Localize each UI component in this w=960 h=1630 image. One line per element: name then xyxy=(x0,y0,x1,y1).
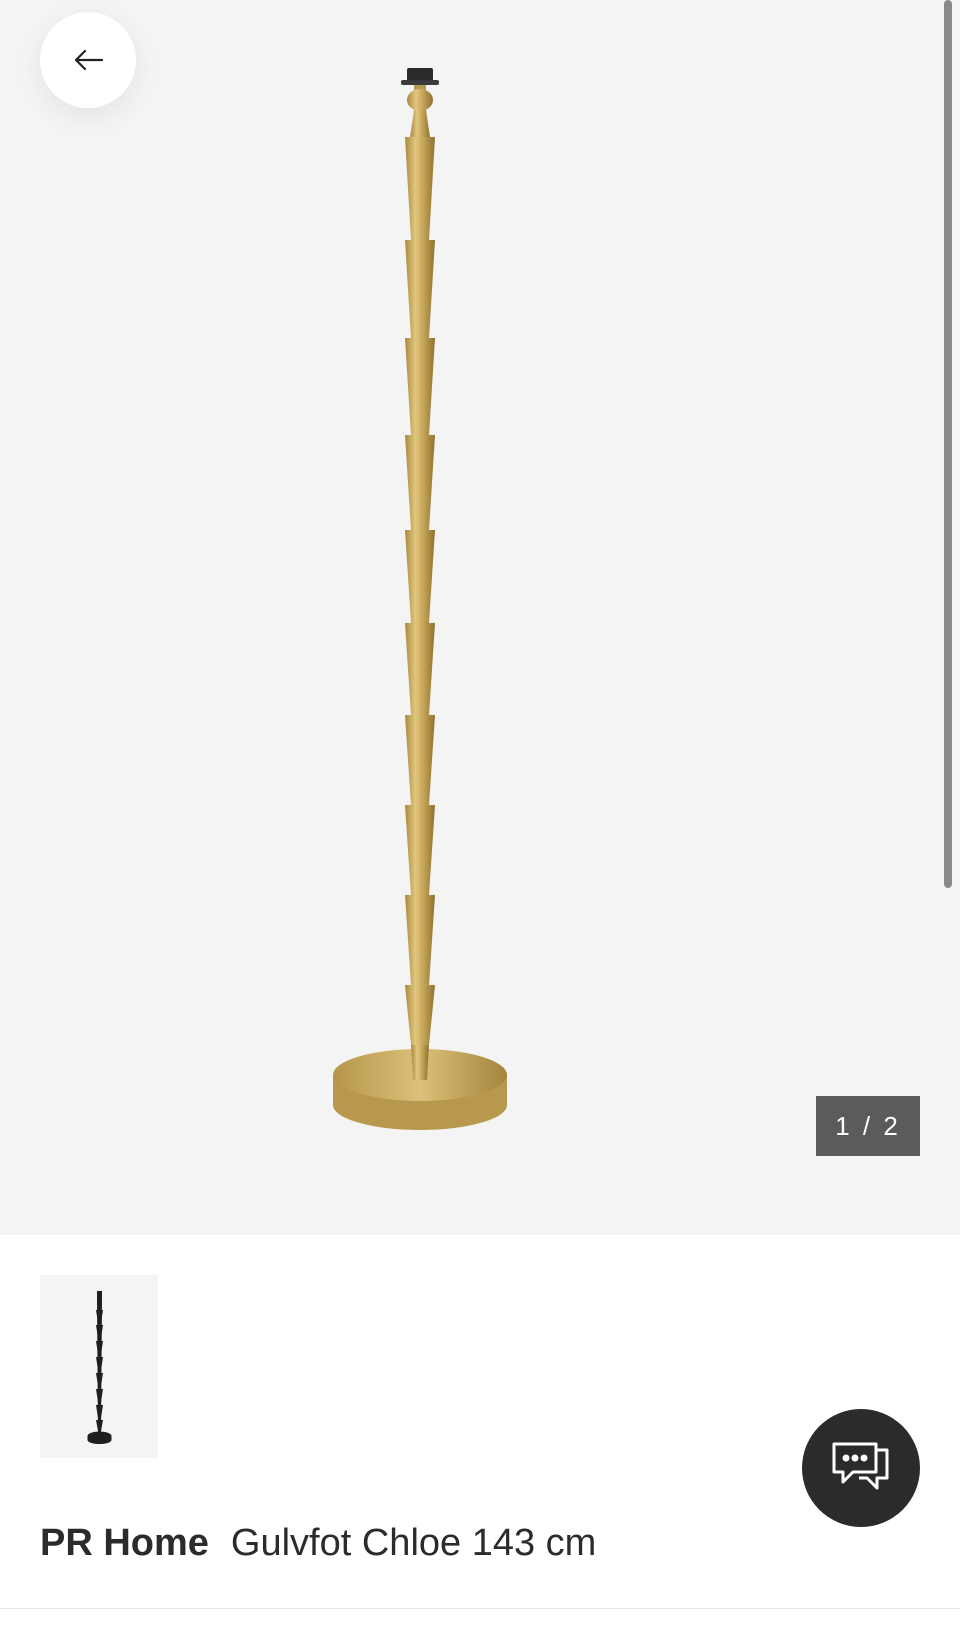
arrow-left-icon xyxy=(74,49,104,71)
image-counter: 1 / 2 xyxy=(816,1096,920,1156)
back-button[interactable] xyxy=(40,12,136,108)
product-name: Gulvfot Chloe 143 cm xyxy=(230,1522,597,1564)
chat-bubbles-icon xyxy=(832,1442,889,1490)
thumbnail-image[interactable] xyxy=(40,1275,158,1458)
chat-button[interactable] xyxy=(802,1409,920,1527)
scrollbar[interactable] xyxy=(944,0,952,888)
divider xyxy=(0,1608,960,1609)
product-title: PR Home Gulvfot Chloe 143 cm xyxy=(40,1522,596,1578)
product-main-image[interactable] xyxy=(300,60,540,1150)
product-image-gallery[interactable]: 1 / 2 xyxy=(0,0,960,1235)
product-brand[interactable]: PR Home xyxy=(40,1522,209,1565)
